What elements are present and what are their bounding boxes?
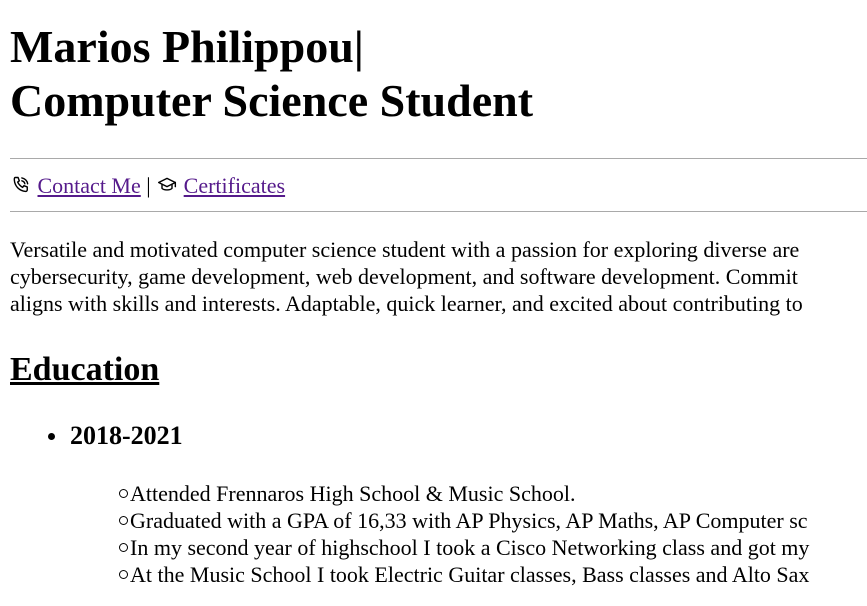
list-item-text: Graduated with a GPA of 16,33 with AP Ph…	[130, 508, 808, 533]
list-item: Attended Frennaros High School & Music S…	[119, 480, 809, 507]
contact-me-link[interactable]: Contact Me	[38, 173, 141, 198]
list-item-text: Attended Frennaros High School & Music S…	[130, 481, 576, 506]
graduation-cap-icon	[156, 173, 184, 198]
bottom-divider	[10, 211, 867, 212]
nav-bar: Contact Me | Certificates	[10, 172, 285, 200]
list-item: At the Music School I took Electric Guit…	[119, 561, 810, 588]
summary-line: aligns with skills and interests. Adapta…	[10, 291, 803, 316]
top-divider	[10, 158, 867, 159]
education-details-list: Attended Frennaros High School & Music S…	[119, 480, 810, 588]
summary-paragraph: Versatile and motivated computer science…	[10, 236, 803, 317]
list-item: In my second year of highschool I took a…	[119, 534, 810, 561]
summary-line: cybersecurity, game development, web dev…	[10, 264, 798, 289]
education-heading: Education	[10, 351, 160, 388]
page-title: Marios Philippou| Computer Science Stude…	[10, 20, 533, 128]
title-name: Marios Philippou|	[10, 21, 364, 72]
education-period-item: 2018-2021	[48, 420, 183, 452]
bullet-marker	[48, 433, 55, 440]
list-item: Graduated with a GPA of 16,33 with AP Ph…	[119, 507, 809, 534]
list-item-text: In my second year of highschool I took a…	[130, 535, 810, 560]
education-period: 2018-2021	[70, 421, 183, 450]
certificates-link[interactable]: Certificates	[184, 173, 285, 198]
nav-separator: |	[146, 173, 151, 198]
summary-line: Versatile and motivated computer science…	[10, 237, 800, 262]
phone-icon	[10, 173, 38, 198]
title-role: Computer Science Student	[10, 75, 534, 126]
circle-bullet-icon	[119, 516, 128, 525]
circle-bullet-icon	[119, 570, 128, 579]
circle-bullet-icon	[119, 543, 128, 552]
circle-bullet-icon	[119, 489, 128, 498]
list-item-text: At the Music School I took Electric Guit…	[130, 562, 810, 587]
